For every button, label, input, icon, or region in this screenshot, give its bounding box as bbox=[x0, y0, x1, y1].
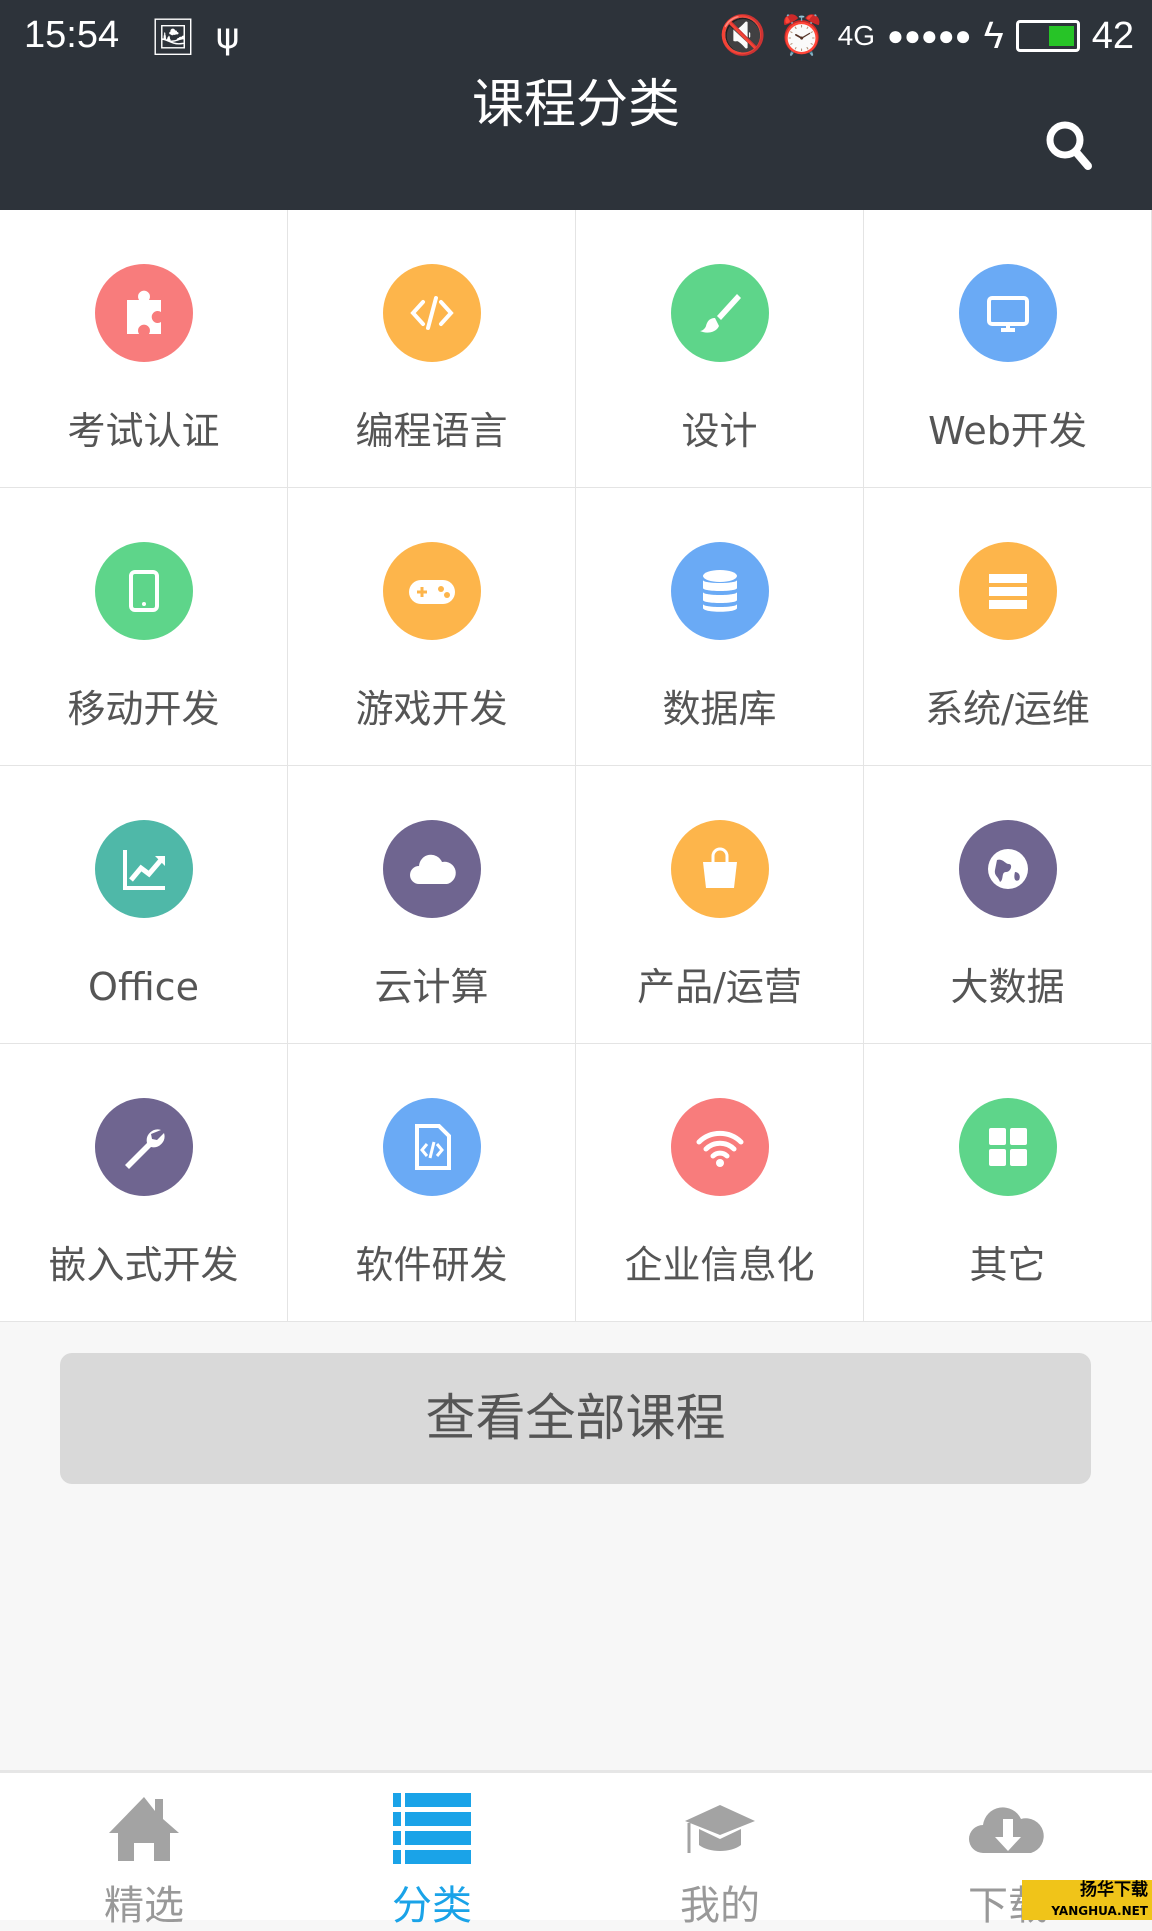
grid-icon bbox=[989, 1128, 1027, 1166]
cloud-icon bbox=[410, 854, 456, 884]
category-icon-circle bbox=[671, 542, 769, 640]
nav-label: 分类 bbox=[392, 1883, 472, 1929]
list-icon bbox=[393, 1793, 471, 1864]
category-grid: 考试认证 编程语言 设计 Web开发移动开发 游戏开发 数据库 系统/运维 Office 云计算… bbox=[0, 210, 1152, 1322]
wifi-icon bbox=[696, 1130, 744, 1167]
category-database[interactable]: 数据库 bbox=[576, 488, 864, 766]
monitor-icon bbox=[987, 296, 1029, 332]
category-shopping-bag[interactable]: 产品/运营 bbox=[576, 766, 864, 1044]
category-label: 移动开发 bbox=[67, 687, 220, 731]
shopping-bag-icon bbox=[703, 847, 737, 888]
category-label: 大数据 bbox=[950, 965, 1065, 1009]
cloud-download-icon bbox=[969, 1807, 1044, 1853]
category-label: 设计 bbox=[681, 409, 758, 453]
category-icon-circle bbox=[959, 542, 1057, 640]
category-icon-circle bbox=[95, 542, 193, 640]
wrench-icon bbox=[125, 1129, 165, 1169]
category-label: 其它 bbox=[969, 1243, 1046, 1287]
category-label: 企业信息化 bbox=[624, 1243, 815, 1287]
category-puzzle[interactable]: 考试认证 bbox=[0, 210, 288, 488]
nav-home[interactable]: 精选 bbox=[0, 1773, 288, 1929]
battery-percent: 42 bbox=[1091, 14, 1134, 57]
mute-icon: 🔇 bbox=[719, 15, 767, 57]
status-time: 15:54 bbox=[24, 14, 120, 56]
category-code[interactable]: 编程语言 bbox=[288, 210, 576, 488]
category-label: 嵌入式开发 bbox=[48, 1243, 239, 1287]
alarm-icon: ⏰ bbox=[778, 15, 826, 57]
category-icon-circle bbox=[959, 1098, 1057, 1196]
category-label: Office bbox=[88, 965, 199, 1009]
nav-label: 精选 bbox=[104, 1883, 184, 1929]
nav-graduation-cap[interactable]: 我的 bbox=[576, 1773, 864, 1929]
category-tablet[interactable]: 移动开发 bbox=[0, 488, 288, 766]
category-label: 云计算 bbox=[374, 965, 489, 1009]
category-icon-circle bbox=[95, 264, 193, 362]
app-header: 15:54 🖼 ψ 🔇 ⏰ 4G ●●●●● ϟ 42 课程分类 bbox=[0, 0, 1152, 210]
database-icon bbox=[703, 570, 737, 612]
category-label: 数据库 bbox=[662, 687, 777, 731]
category-icon-circle bbox=[959, 820, 1057, 918]
category-wifi[interactable]: 企业信息化 bbox=[576, 1044, 864, 1322]
nav-label: 我的 bbox=[680, 1883, 760, 1929]
category-server[interactable]: 系统/运维 bbox=[864, 488, 1152, 766]
server-icon bbox=[989, 574, 1027, 609]
category-icon-circle bbox=[383, 820, 481, 918]
gamepad-icon bbox=[409, 580, 455, 604]
code-file-icon bbox=[415, 1124, 451, 1170]
charging-icon: ϟ bbox=[983, 14, 1004, 57]
code-icon bbox=[410, 296, 454, 330]
category-globe[interactable]: 大数据 bbox=[864, 766, 1152, 1044]
page-title: 课程分类 bbox=[471, 75, 680, 135]
category-gamepad[interactable]: 游戏开发 bbox=[288, 488, 576, 766]
category-icon-circle bbox=[671, 820, 769, 918]
globe-icon bbox=[988, 849, 1028, 889]
category-label: 考试认证 bbox=[67, 409, 220, 453]
home-icon bbox=[109, 1797, 179, 1861]
category-icon-circle bbox=[671, 264, 769, 362]
category-label: 编程语言 bbox=[355, 409, 508, 453]
category-brush[interactable]: 设计 bbox=[576, 210, 864, 488]
bottom-nav: 精选 分类 我的 下载 bbox=[0, 1770, 1152, 1929]
category-cloud[interactable]: 云计算 bbox=[288, 766, 576, 1044]
tablet-icon bbox=[129, 570, 159, 612]
watermark-logo: 扬华下载 YANGHUA.NET bbox=[1022, 1880, 1152, 1920]
category-label: 游戏开发 bbox=[355, 687, 508, 731]
status-bar: 15:54 🖼 ψ 🔇 ⏰ 4G ●●●●● ϟ 42 bbox=[0, 0, 1152, 75]
category-icon-circle bbox=[671, 1098, 769, 1196]
image-icon: 🖼 bbox=[150, 17, 196, 58]
search-icon[interactable] bbox=[1044, 118, 1094, 174]
category-grid[interactable]: 其它 bbox=[864, 1044, 1152, 1322]
signal-icon: ●●●●● bbox=[887, 20, 972, 51]
category-label: 软件研发 bbox=[355, 1243, 508, 1287]
brush-icon bbox=[700, 294, 741, 333]
category-icon-circle bbox=[95, 820, 193, 918]
category-monitor[interactable]: Web开发 bbox=[864, 210, 1152, 488]
category-icon-circle bbox=[383, 542, 481, 640]
category-wrench[interactable]: 嵌入式开发 bbox=[0, 1044, 288, 1322]
puzzle-icon bbox=[127, 290, 161, 334]
category-code-file[interactable]: 软件研发 bbox=[288, 1044, 576, 1322]
category-label: 产品/运营 bbox=[637, 965, 802, 1009]
view-all-courses-button[interactable]: 查看全部课程 bbox=[60, 1353, 1091, 1484]
usb-icon: ψ bbox=[215, 16, 240, 57]
category-label: Web开发 bbox=[928, 409, 1087, 453]
category-icon-circle bbox=[383, 264, 481, 362]
network-type: 4G bbox=[837, 20, 876, 51]
category-label: 系统/运维 bbox=[925, 687, 1090, 731]
graduation-cap-icon bbox=[685, 1805, 755, 1853]
category-icon-circle bbox=[383, 1098, 481, 1196]
chart-icon bbox=[123, 850, 165, 890]
category-icon-circle bbox=[95, 1098, 193, 1196]
nav-list[interactable]: 分类 bbox=[288, 1773, 576, 1929]
category-icon-circle bbox=[959, 264, 1057, 362]
category-chart[interactable]: Office bbox=[0, 766, 288, 1044]
battery-icon bbox=[1015, 20, 1080, 52]
